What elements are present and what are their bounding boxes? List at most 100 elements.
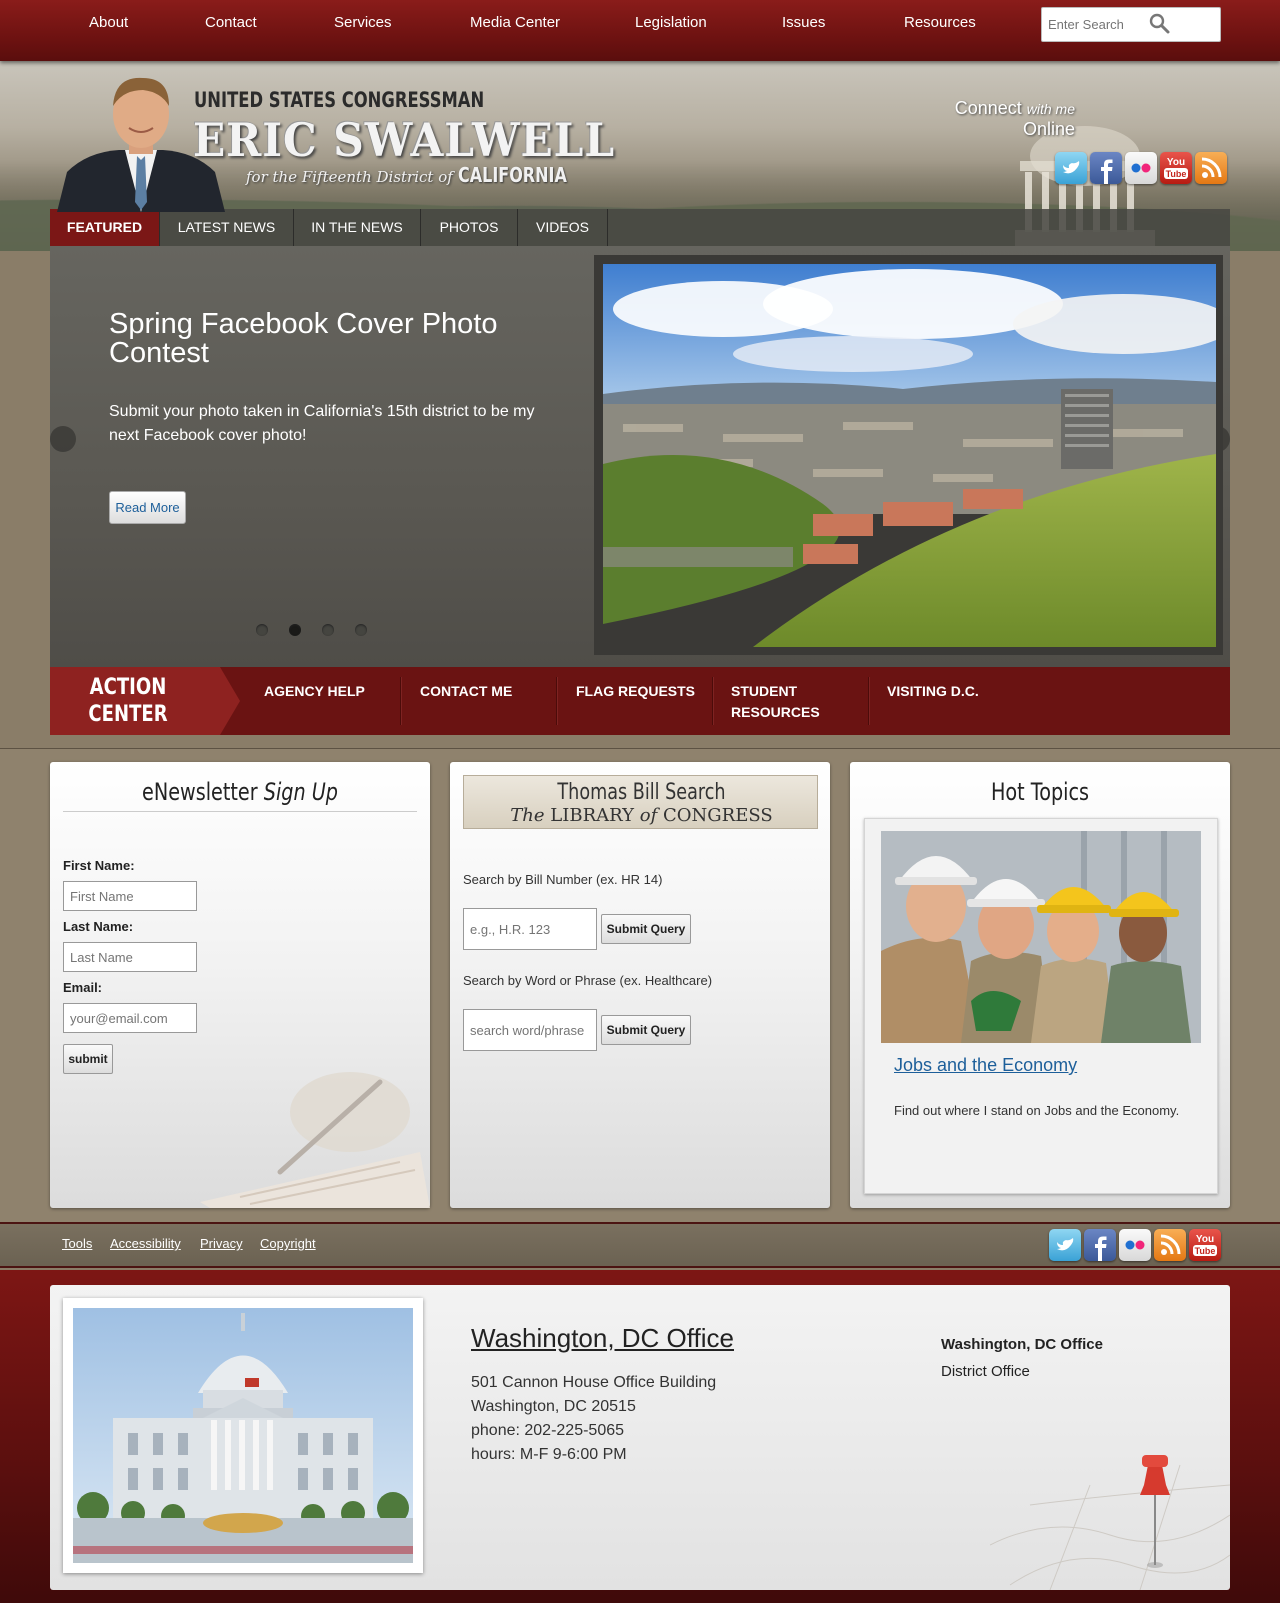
search-icon[interactable] [1148,12,1172,36]
word-phrase-field[interactable] [463,1009,597,1051]
email-label: Email: [63,980,103,995]
nav-resources[interactable]: Resources [904,14,976,31]
tab-featured[interactable]: FEATURED [50,209,160,246]
office-tab-washington[interactable]: Washington, DC Office [941,1336,1103,1353]
first-name-field[interactable] [63,881,197,911]
footer-flickr-icon[interactable] [1119,1229,1151,1261]
hot-topic-description: Find out where I stand on Jobs and the E… [894,1103,1180,1118]
connect-word: Connect [954,98,1022,118]
nav-contact[interactable]: Contact [205,14,257,31]
thomas-sub-congress: CONGRESS [663,805,773,826]
newsletter-panel: eNewsletter Sign Up First Name: Last Nam… [50,762,430,1208]
action-divider [556,677,557,725]
last-name-field[interactable] [63,942,197,972]
top-nav: About Contact Services Media Center Legi… [0,0,1280,61]
office-hours: hours: M-F 9-6:00 PM [471,1446,627,1463]
map-pin-image [990,1455,1230,1590]
hot-topics-panel: Hot Topics Jobs and the Economy Find out… [850,762,1230,1208]
tab-photos[interactable]: PHOTOS [421,209,518,246]
jobs-economy-link[interactable]: Jobs and the Economy [894,1055,1077,1076]
footer-link-tools[interactable]: Tools [62,1236,92,1251]
footer-youtube-icon[interactable]: You Tube [1189,1229,1221,1261]
nav-issues[interactable]: Issues [782,14,825,31]
footer-link-copyright[interactable]: Copyright [260,1236,316,1251]
facebook-icon[interactable] [1090,152,1122,184]
first-name-label: First Name: [63,858,135,873]
bill-number-field[interactable] [463,908,597,950]
bill-submit-button[interactable]: Submit Query [601,914,691,944]
connect-with: with me [1026,101,1075,117]
newsletter-heading-italic: Sign Up [263,778,338,806]
connect-online-word: Online [1022,119,1075,139]
newsletter-heading: eNewsletter Sign Up [88,778,392,806]
action-visiting-dc[interactable]: VISITING D.C. [887,681,1017,702]
office-address-line2: Washington, DC 20515 [471,1398,636,1415]
footer-facebook-icon[interactable] [1084,1229,1116,1261]
action-contact-me[interactable]: CONTACT ME [420,681,550,702]
action-center-line2: CENTER [88,702,168,727]
capitol-photo [73,1308,413,1563]
action-agency-help[interactable]: AGENCY HELP [264,681,394,702]
slider-dot[interactable] [355,624,367,636]
nav-services[interactable]: Services [334,14,392,31]
office-address-line1: 501 Cannon House Office Building [471,1374,717,1391]
district-prefix: for the Fifteenth District of [246,168,453,186]
footer-rss-icon[interactable] [1154,1229,1186,1261]
slide-title: Spring Facebook Cover Photo Contest [109,308,498,369]
tab-in-the-news[interactable]: IN THE NEWS [294,209,421,246]
featured-slider: Spring Facebook Cover Photo Contest Subm… [50,246,1230,667]
workers-photo [881,831,1201,1043]
word-phrase-label: Search by Word or Phrase (ex. Healthcare… [463,973,713,988]
action-divider [868,677,869,725]
twitter-icon[interactable] [1055,152,1087,184]
action-flag-requests[interactable]: FLAG REQUESTS [576,681,706,702]
footer-link-privacy[interactable]: Privacy [200,1236,243,1251]
last-name-label: Last Name: [63,919,134,934]
slider-dot[interactable] [322,624,334,636]
svg-text:You: You [1196,1234,1214,1245]
featured-tabs: FEATURED LATEST NEWS IN THE NEWS PHOTOS … [50,209,1230,246]
newsletter-heading-plain: eNewsletter [142,778,258,806]
slider-dot-active[interactable] [289,624,301,636]
tab-videos[interactable]: VIDEOS [518,209,608,246]
connect-online: Connect with me Online [940,98,1075,140]
flickr-icon[interactable] [1125,152,1157,184]
slide-photo-frame [594,255,1223,655]
thomas-subtitle: The LIBRARY of CONGRESS [464,805,817,826]
office-tab-district[interactable]: District Office [941,1363,1030,1380]
office-panel: Washington, DC Office 501 Cannon House O… [50,1285,1230,1590]
youtube-icon[interactable]: You Tube [1160,152,1192,184]
office-phone: phone: 202-225-5065 [471,1422,625,1439]
hot-topics-heading: Hot Topics [990,778,1090,806]
read-more-button[interactable]: Read More [109,491,186,524]
thomas-title: Thomas Bill Search [557,780,726,805]
footer-link-accessibility[interactable]: Accessibility [110,1236,181,1251]
svg-text:You: You [1167,157,1185,168]
rss-icon[interactable] [1195,152,1227,184]
email-field[interactable] [63,1003,197,1033]
newsletter-divider [63,811,417,812]
footer-twitter-icon[interactable] [1049,1229,1081,1261]
nav-about[interactable]: About [89,14,128,31]
action-student-resources[interactable]: STUDENT RESOURCES [731,681,841,723]
thomas-banner[interactable]: Thomas Bill Search The LIBRARY of CONGRE… [463,775,818,829]
nav-media-center[interactable]: Media Center [470,14,560,31]
slider-prev-arrow-icon[interactable] [50,426,76,452]
office-title-link[interactable]: Washington, DC Office [471,1323,734,1354]
slide-text: Submit your photo taken in California's … [109,403,535,444]
action-center-title: ACTION CENTER [87,674,169,728]
nav-legislation[interactable]: Legislation [635,14,707,31]
district-state: CALIFORNIA [457,163,567,187]
tab-latest-news[interactable]: LATEST NEWS [160,209,294,246]
newsletter-submit-button[interactable]: submit [63,1044,113,1074]
congressman-title: UNITED STATES CONGRESSMAN [194,88,485,112]
word-submit-button[interactable]: Submit Query [601,1015,691,1045]
district-line: for the Fifteenth District of CALIFORNIA [246,163,594,187]
svg-text:Tube: Tube [1195,1246,1216,1256]
slider-dot[interactable] [256,624,268,636]
thomas-sub-library: LIBRARY [550,805,635,826]
capitol-photo-frame [63,1298,423,1573]
action-divider [400,677,401,725]
action-divider [712,677,713,725]
thomas-sub-of: of [639,805,658,826]
